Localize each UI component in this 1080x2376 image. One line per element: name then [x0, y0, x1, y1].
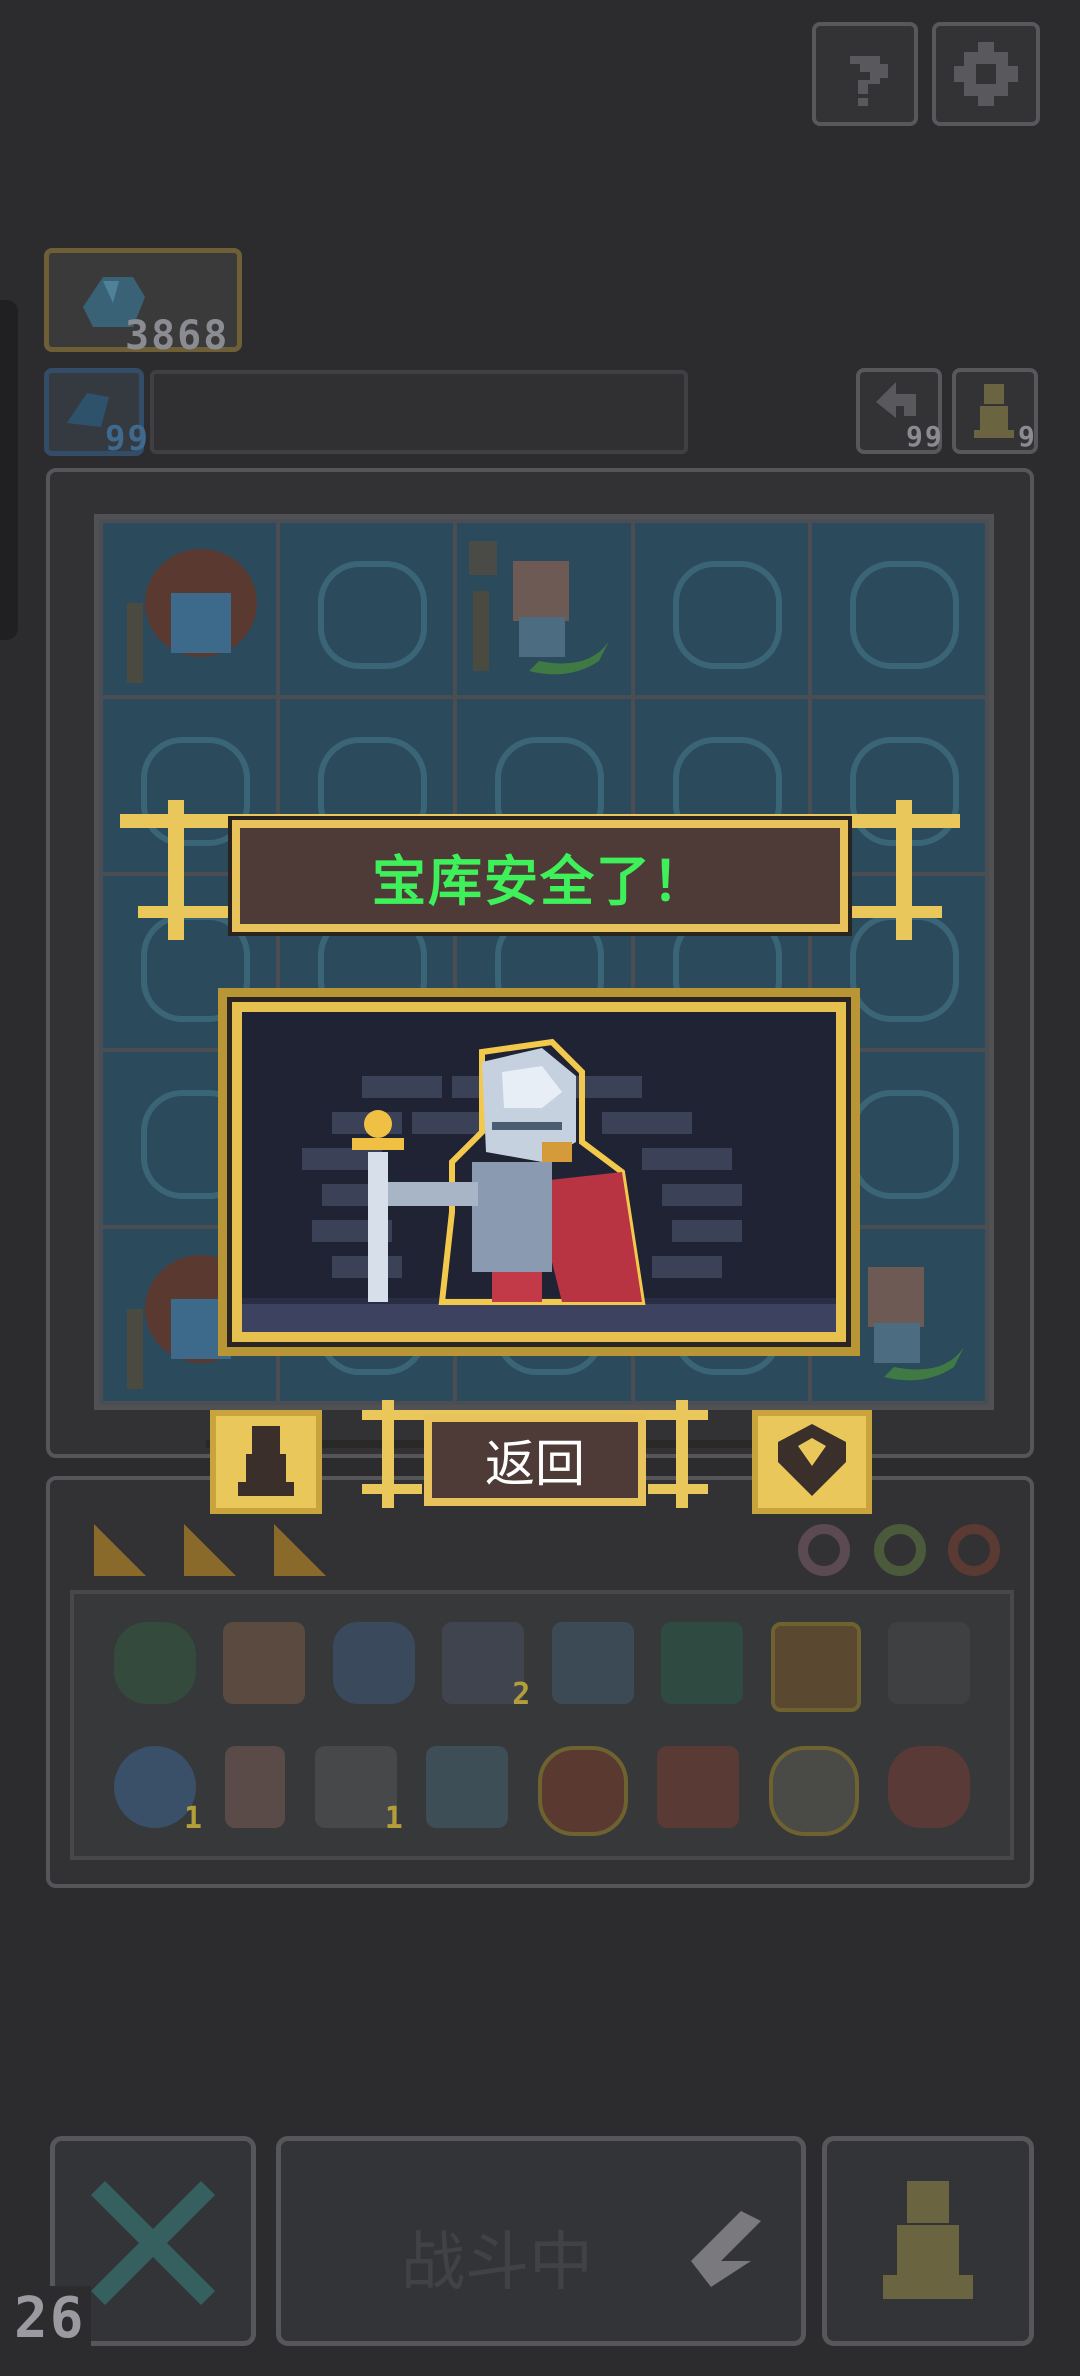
- inventory-item[interactable]: [770, 1622, 861, 1712]
- location-pin-icon: [778, 1424, 846, 1496]
- inventory-item[interactable]: 1: [114, 1746, 202, 1836]
- secondary-resource: 99: [44, 368, 148, 459]
- pawn-side-button[interactable]: [210, 1410, 322, 1514]
- battle-status-label: 战斗中: [401, 2226, 593, 2300]
- banner-post-right: [896, 800, 912, 940]
- card-icon: [274, 1524, 326, 1576]
- reroll-button[interactable]: 99: [856, 368, 942, 454]
- banner-foot-right: [846, 906, 942, 918]
- inventory-item[interactable]: [768, 1746, 859, 1836]
- board-cell[interactable]: [457, 523, 631, 696]
- item-row: 1 1: [114, 1746, 970, 1836]
- gear-icon: [954, 42, 1018, 106]
- inventory-item[interactable]: [114, 1622, 196, 1704]
- tree-stump-unit: [127, 549, 257, 683]
- inventory-item[interactable]: [661, 1622, 744, 1704]
- mermaid-unit: [469, 541, 610, 675]
- return-button-frame: 返回: [362, 1400, 708, 1516]
- board-cell[interactable]: [103, 523, 277, 696]
- relic-ring-icon: [798, 1524, 850, 1576]
- piece-count: 9: [1018, 420, 1037, 453]
- mermaid-unit: [867, 1266, 964, 1380]
- board-cell[interactable]: [280, 523, 454, 696]
- inventory-item[interactable]: [332, 1622, 415, 1704]
- piece-button[interactable]: 9: [952, 368, 1038, 454]
- inventory-item[interactable]: [551, 1622, 634, 1704]
- inventory-item[interactable]: [657, 1746, 740, 1828]
- board-cell[interactable]: [634, 523, 808, 696]
- item-row: 2: [114, 1622, 970, 1712]
- progress-bar: [150, 370, 688, 454]
- turn-counter: 26: [8, 2286, 92, 2351]
- popup-title: 宝库安全了！: [232, 820, 848, 932]
- inventory-item[interactable]: [887, 1622, 970, 1704]
- relic-ring-icon: [874, 1524, 926, 1576]
- banner-post-left: [168, 800, 184, 940]
- popup-art-frame: [232, 1002, 846, 1342]
- inventory-panel: 2 1 1: [46, 1476, 1034, 1888]
- return-button[interactable]: 返回: [424, 1414, 646, 1506]
- map-side-button[interactable]: [752, 1410, 872, 1514]
- popup-banner: 宝库安全了！: [120, 800, 960, 950]
- side-drawer-tab[interactable]: [0, 300, 18, 640]
- inventory-item[interactable]: [537, 1746, 628, 1836]
- inventory-item[interactable]: [426, 1746, 509, 1828]
- inventory-item[interactable]: 2: [442, 1622, 530, 1712]
- inventory-item[interactable]: 1: [314, 1746, 403, 1836]
- help-button[interactable]: [812, 22, 918, 126]
- pawn-icon: [238, 1426, 294, 1496]
- battle-status-button[interactable]: 战斗中: [276, 2136, 806, 2346]
- inventory-item[interactable]: [225, 1746, 286, 1828]
- reroll-count: 99: [906, 420, 944, 453]
- relic-ring-icon: [948, 1524, 1000, 1576]
- primary-resource-count: 3868: [125, 313, 230, 359]
- inventory-item[interactable]: [223, 1622, 306, 1704]
- pawn-action-button[interactable]: [822, 2136, 1034, 2346]
- secondary-resource-count: 99: [105, 419, 150, 459]
- pawn-icon: [883, 2181, 973, 2299]
- card-icon: [184, 1524, 236, 1576]
- sword-icon: [691, 2211, 761, 2287]
- card-slots: [80, 1506, 350, 1596]
- settings-button[interactable]: [932, 22, 1040, 126]
- relic-slots: [790, 1508, 1020, 1594]
- primary-resource: 3868: [44, 248, 242, 359]
- knight-illustration: [242, 1012, 836, 1332]
- question-icon: [850, 56, 888, 106]
- inventory-item[interactable]: [887, 1746, 970, 1828]
- banner-foot-left: [138, 906, 234, 918]
- item-grid: 2 1 1: [70, 1590, 1014, 1860]
- board-cell[interactable]: [811, 523, 985, 696]
- card-icon: [94, 1524, 146, 1576]
